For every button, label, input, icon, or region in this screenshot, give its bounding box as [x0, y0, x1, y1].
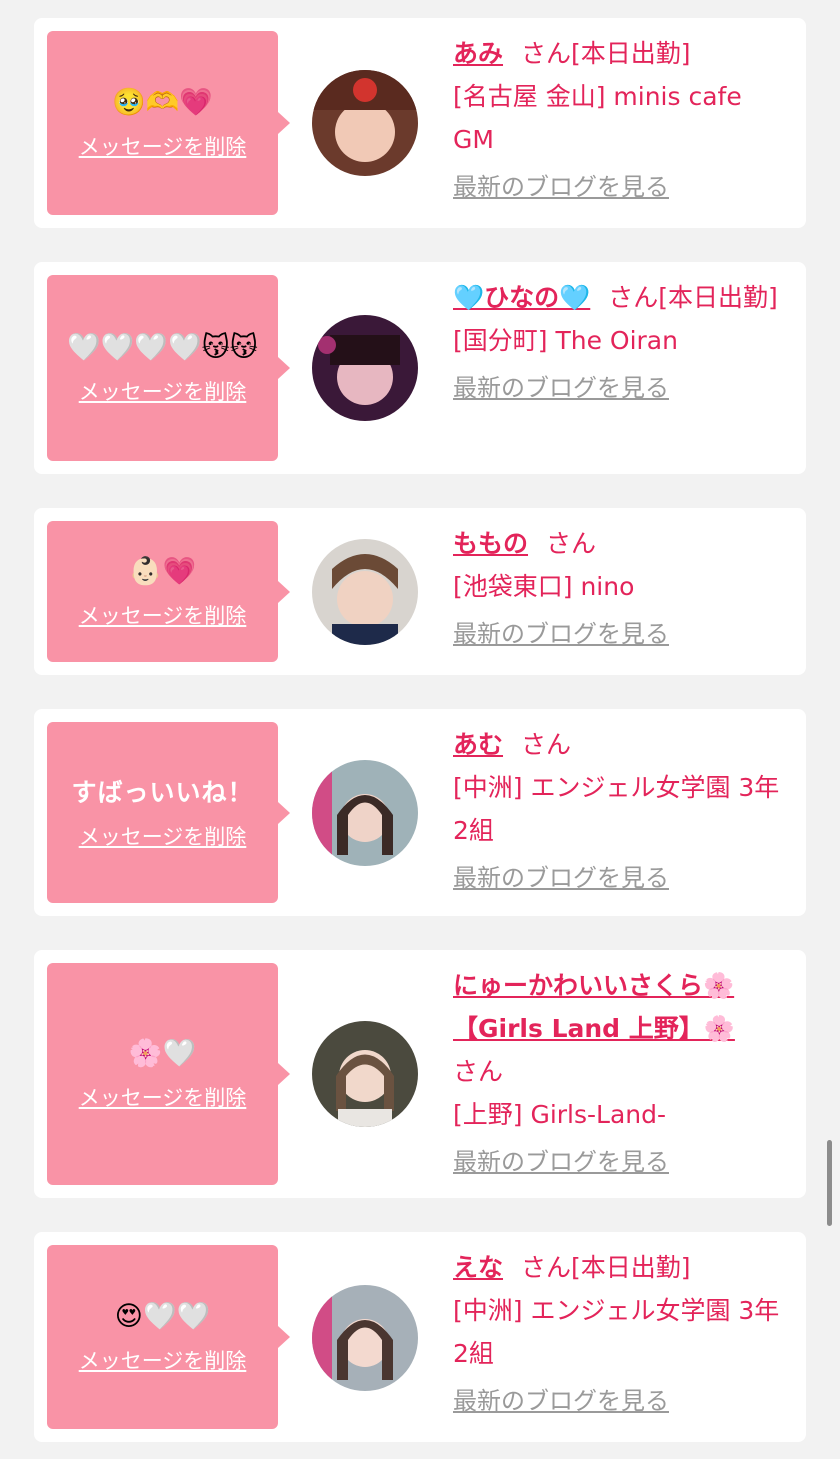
- shop-name: [池袋東口] nino: [453, 572, 635, 601]
- shop-name: [中洲] エンジェル女学園 3年2組: [453, 1296, 780, 1368]
- profile-name-link[interactable]: ももの: [453, 529, 528, 558]
- profile-name-link[interactable]: 🩵ひなの🩵: [453, 283, 590, 312]
- honorific: さん: [546, 529, 597, 558]
- profile-name-link[interactable]: にゅーかわいいさくら🌸【Girls Land 上野】🌸: [453, 971, 735, 1043]
- message-card: 🌸🤍 メッセージを削除 にゅーかわいいさくら🌸【Girls Land 上野】🌸 さ…: [34, 950, 806, 1198]
- avatar[interactable]: [312, 539, 418, 645]
- message-text: すばっいいね！: [71, 777, 254, 807]
- profile-info: えな さん[本日出勤] [中洲] エンジェル女学園 3年2組 最新のブログを見る: [453, 1246, 789, 1419]
- profile-info: 🩵ひなの🩵 さん[本日出勤] [国分町] The Oiran 最新のブログを見る: [453, 276, 789, 406]
- message-text: 🤍🤍🤍🤍😽😽: [67, 332, 258, 363]
- status-badge: [本日出勤]: [658, 283, 778, 312]
- profile-name-link[interactable]: あみ: [453, 39, 503, 68]
- profile-info: あむ さん [中洲] エンジェル女学園 3年2組 最新のブログを見る: [453, 723, 789, 896]
- message-card: すばっいいね！ メッセージを削除 あむ さん [中洲] エンジェル女学園 3年2組…: [34, 709, 806, 916]
- profile-info: ももの さん [池袋東口] nino 最新のブログを見る: [453, 522, 789, 652]
- message-text: 🥹🫶💗: [112, 87, 213, 118]
- delete-message-link[interactable]: メッセージを削除: [79, 1348, 247, 1374]
- message-card: 🤍🤍🤍🤍😽😽 メッセージを削除 🩵ひなの🩵 さん[本日出勤] [国分町] The …: [34, 262, 806, 474]
- profile-name-link[interactable]: えな: [453, 1253, 503, 1282]
- honorific: さん: [521, 1253, 572, 1282]
- shop-name: [国分町] The Oiran: [453, 326, 678, 355]
- avatar[interactable]: [312, 760, 418, 866]
- message-text: 🌸🤍: [128, 1038, 197, 1069]
- message-bubble: 🤍🤍🤍🤍😽😽 メッセージを削除: [47, 275, 278, 461]
- status-badge: [本日出勤]: [571, 39, 691, 68]
- blog-link[interactable]: 最新のブログを見る: [453, 169, 669, 205]
- scrollbar[interactable]: [827, 1140, 832, 1226]
- message-card: 🥹🫶💗 メッセージを削除 あみ さん[本日出勤] [名古屋 金山] minis c…: [34, 18, 806, 228]
- message-bubble: 😍🤍🤍 メッセージを削除: [47, 1245, 278, 1429]
- delete-message-link[interactable]: メッセージを削除: [79, 379, 247, 405]
- shop-name: [名古屋 金山] minis cafe GM: [453, 82, 742, 154]
- avatar[interactable]: [312, 315, 418, 421]
- blog-link[interactable]: 最新のブログを見る: [453, 616, 669, 652]
- avatar[interactable]: [312, 70, 418, 176]
- blog-link[interactable]: 最新のブログを見る: [453, 860, 669, 896]
- message-bubble: 🌸🤍 メッセージを削除: [47, 963, 278, 1185]
- honorific: さん: [521, 39, 572, 68]
- message-text: 👶🏻💗: [128, 555, 197, 587]
- profile-info: にゅーかわいいさくら🌸【Girls Land 上野】🌸 さん [上野] Girls…: [453, 964, 789, 1180]
- avatar[interactable]: [312, 1285, 418, 1391]
- delete-message-link[interactable]: メッセージを削除: [79, 1085, 247, 1111]
- blog-link[interactable]: 最新のブログを見る: [453, 1383, 669, 1419]
- blog-link[interactable]: 最新のブログを見る: [453, 1144, 669, 1180]
- message-bubble: 👶🏻💗 メッセージを削除: [47, 521, 278, 662]
- message-card: 😍🤍🤍 メッセージを削除 えな さん[本日出勤] [中洲] エンジェル女学園 3年…: [34, 1232, 806, 1442]
- delete-message-link[interactable]: メッセージを削除: [79, 824, 247, 850]
- message-text: 😍🤍🤍: [114, 1301, 211, 1332]
- message-bubble: すばっいいね！ メッセージを削除: [47, 722, 278, 903]
- profile-info: あみ さん[本日出勤] [名古屋 金山] minis cafe GM 最新のブログ…: [453, 32, 789, 205]
- honorific: さん: [453, 1057, 504, 1086]
- status-badge: [本日出勤]: [571, 1253, 691, 1282]
- honorific: さん: [608, 283, 659, 312]
- delete-message-link[interactable]: メッセージを削除: [79, 134, 247, 160]
- message-card: 👶🏻💗 メッセージを削除 ももの さん [池袋東口] nino 最新のブログを見る: [34, 508, 806, 675]
- blog-link[interactable]: 最新のブログを見る: [453, 370, 669, 406]
- shop-name: [中洲] エンジェル女学園 3年2組: [453, 773, 780, 845]
- profile-name-link[interactable]: あむ: [453, 730, 503, 759]
- delete-message-link[interactable]: メッセージを削除: [79, 603, 247, 629]
- honorific: さん: [521, 730, 572, 759]
- avatar[interactable]: [312, 1021, 418, 1127]
- shop-name: [上野] Girls-Land-: [453, 1100, 667, 1129]
- message-bubble: 🥹🫶💗 メッセージを削除: [47, 31, 278, 215]
